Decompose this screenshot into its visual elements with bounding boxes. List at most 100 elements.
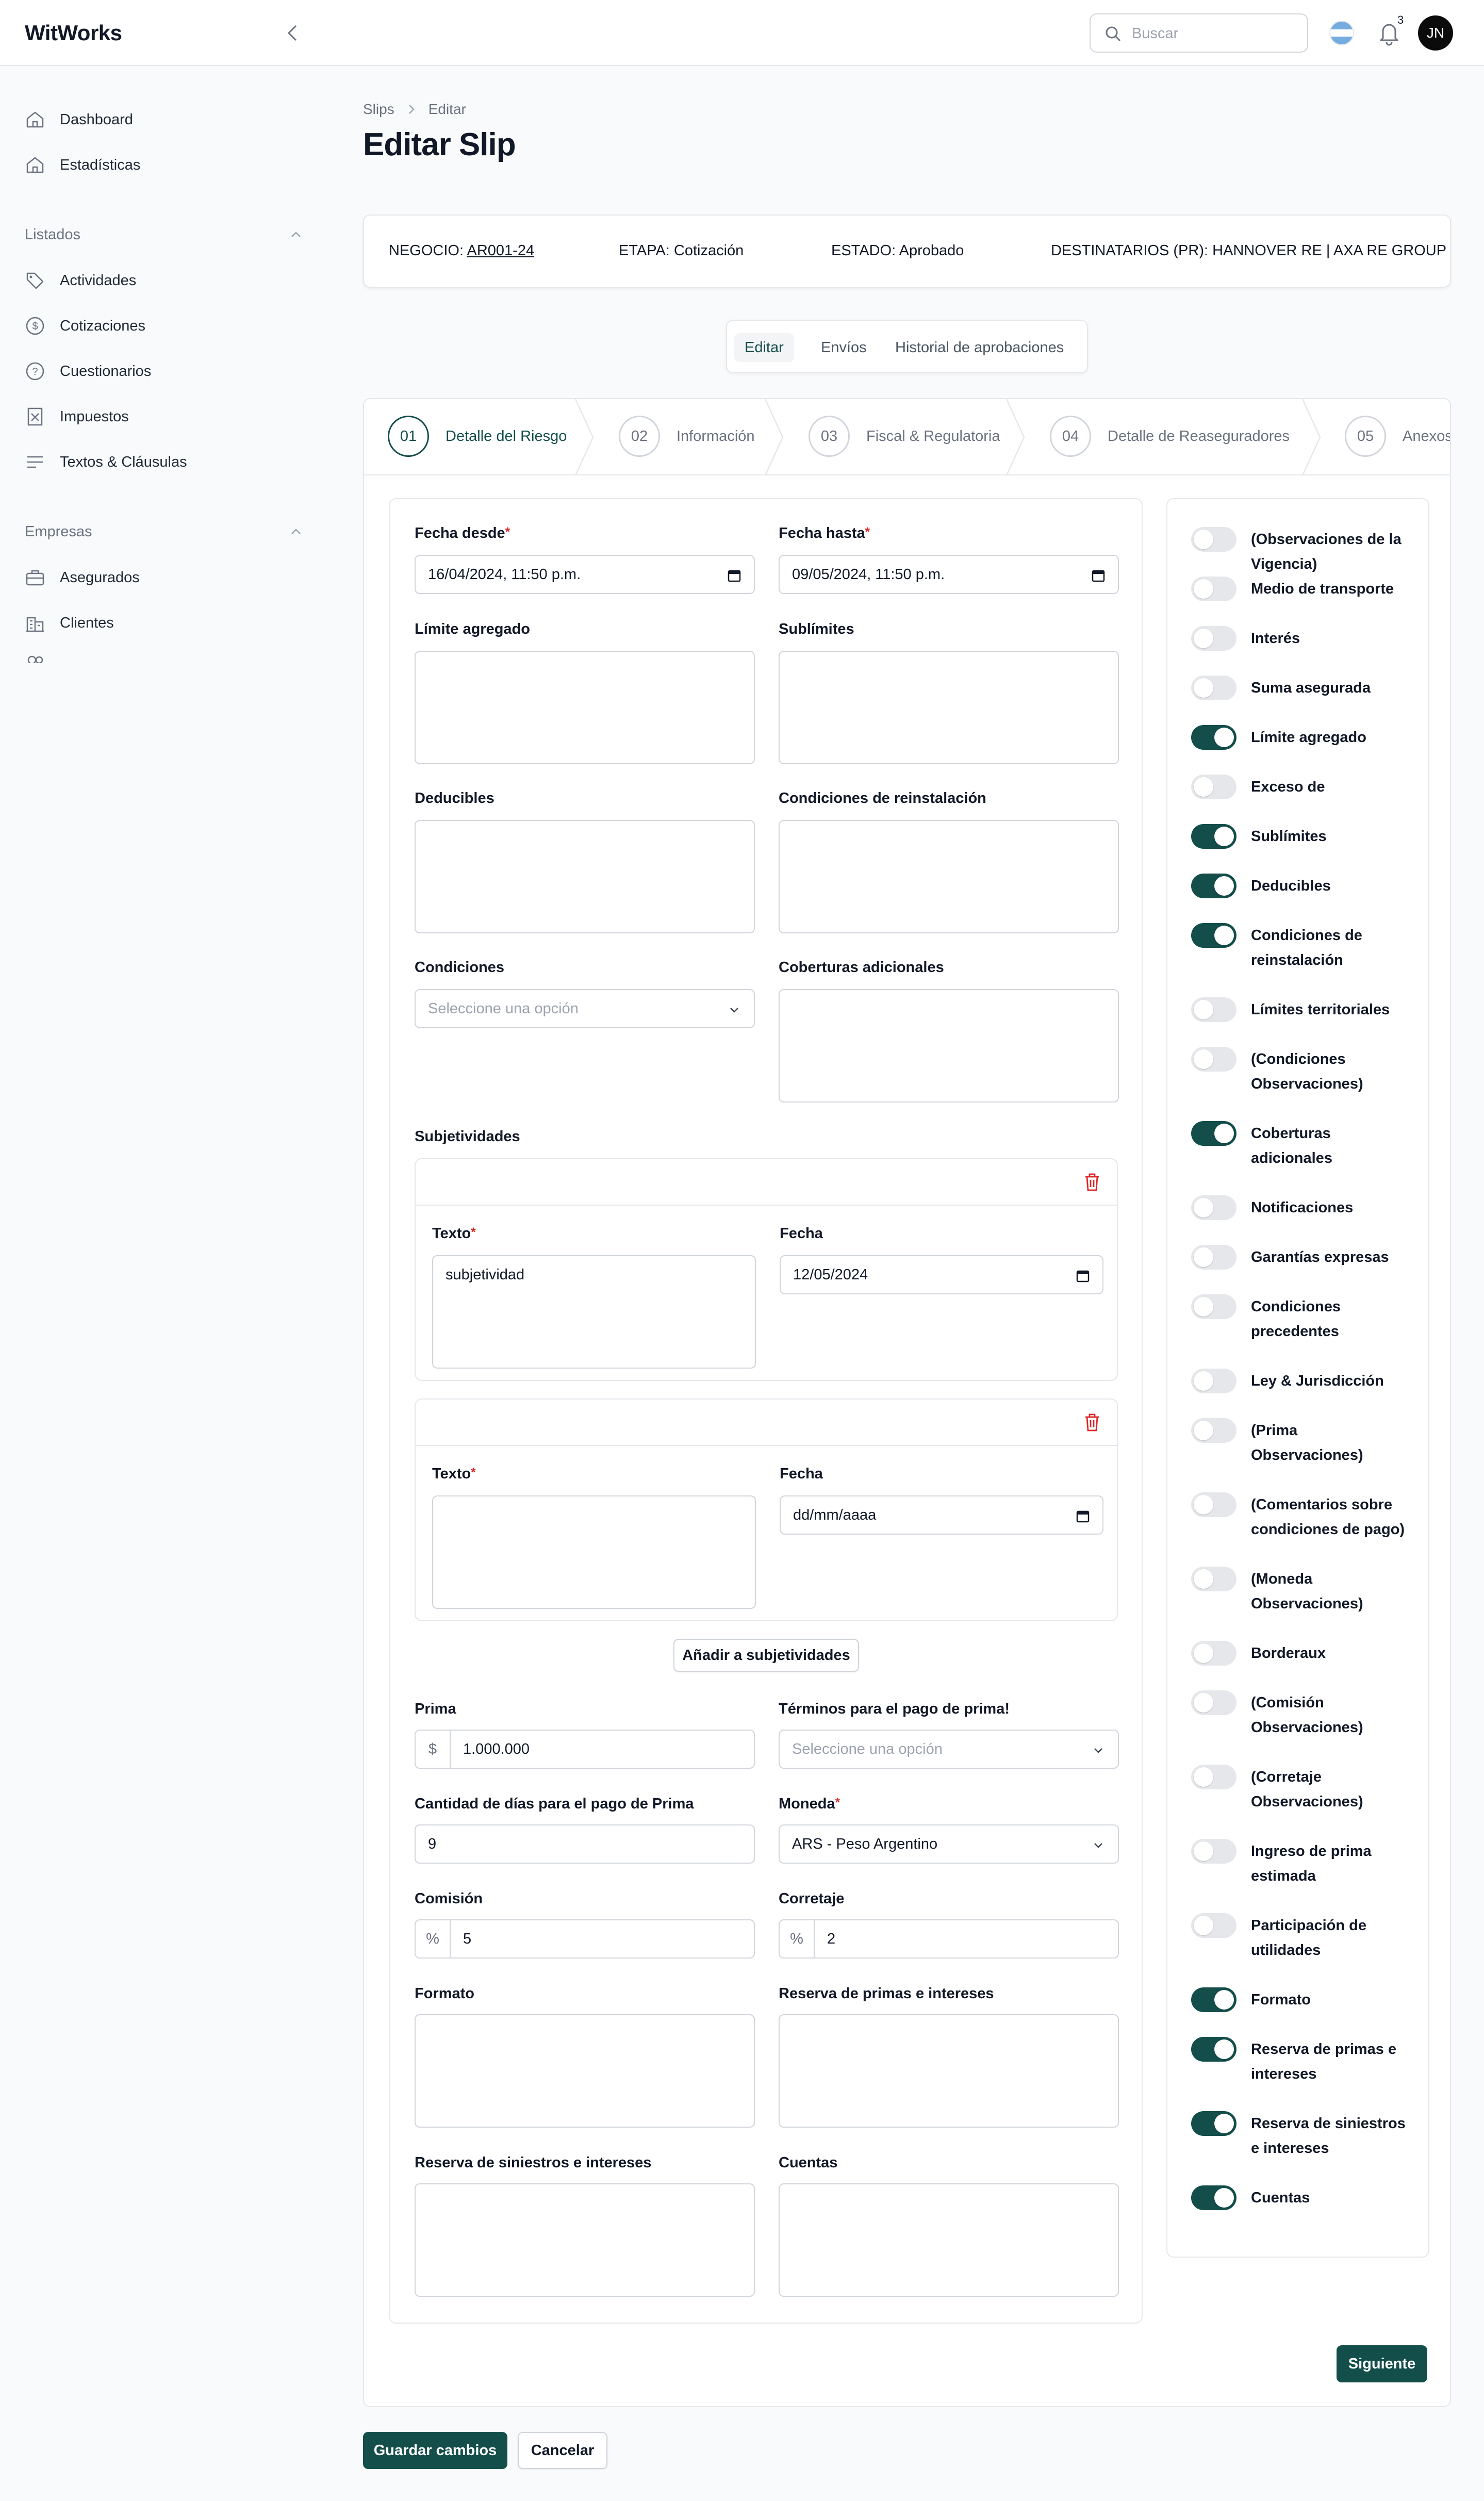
calendar-icon[interactable]: [1076, 1509, 1090, 1523]
terminos-pago-select[interactable]: Seleccione una opción: [779, 1730, 1119, 1769]
toggle-switch[interactable]: [1191, 1641, 1236, 1666]
toggle-switch[interactable]: [1191, 1765, 1236, 1789]
toggle-switch[interactable]: [1191, 997, 1236, 1022]
condiciones-select[interactable]: Seleccione una opción: [415, 989, 755, 1028]
sidebar-item-cotizaciones[interactable]: $ Cotizaciones: [25, 310, 145, 341]
toggle-switch[interactable]: [1191, 626, 1236, 651]
toggle-switch[interactable]: [1191, 1121, 1236, 1146]
label-text: Fecha desde: [415, 525, 505, 541]
reserva-primas-textarea[interactable]: [779, 2014, 1119, 2128]
step-03[interactable]: 03 Fiscal & Regulatoria: [809, 415, 1000, 458]
coberturas-adicionales-textarea[interactable]: [779, 989, 1119, 1103]
comision-input[interactable]: % 5: [415, 1919, 755, 1959]
step-02[interactable]: 02 Información: [619, 415, 755, 458]
reserva-siniestros-textarea[interactable]: [415, 2183, 755, 2297]
toggle-switch[interactable]: [1191, 2111, 1236, 2136]
toggle-switch[interactable]: [1191, 824, 1236, 849]
language-flag-icon[interactable]: [1329, 21, 1354, 45]
toggle-switch[interactable]: [1191, 1690, 1236, 1715]
toggle-switch[interactable]: [1191, 1245, 1236, 1270]
user-avatar[interactable]: JN: [1418, 15, 1453, 51]
building-icon: [26, 617, 44, 632]
sidebar-section-empresas[interactable]: Empresas: [25, 519, 303, 545]
toggle-switch[interactable]: [1191, 2185, 1236, 2210]
calendar-icon[interactable]: [1091, 568, 1106, 583]
sidebar-section-listados[interactable]: Listados: [25, 222, 303, 248]
subjetividad-fecha-input[interactable]: dd/mm/aaaa: [780, 1495, 1103, 1535]
limite-agregado-textarea[interactable]: [415, 651, 755, 764]
trash-icon[interactable]: [1083, 1412, 1101, 1433]
search-input[interactable]: [1132, 22, 1297, 45]
moneda-select[interactable]: ARS - Peso Argentino: [779, 1824, 1119, 1864]
toggle-switch[interactable]: [1191, 725, 1236, 750]
tab-editar[interactable]: Editar: [734, 333, 794, 362]
add-subjetividad-button[interactable]: Añadir a subjetividades: [673, 1639, 859, 1672]
cancel-button[interactable]: Cancelar: [518, 2432, 607, 2469]
toggle-switch[interactable]: [1191, 1567, 1236, 1591]
trash-icon[interactable]: [1083, 1172, 1101, 1192]
toggle-switch[interactable]: [1191, 2037, 1236, 2062]
sidebar-item-actividades[interactable]: Actividades: [25, 265, 136, 296]
toggle-switch[interactable]: [1191, 1839, 1236, 1864]
toggle-row: Exceso de: [1191, 775, 1408, 799]
search-box[interactable]: [1090, 13, 1308, 53]
calendar-icon[interactable]: [1076, 1269, 1090, 1283]
toggle-switch[interactable]: [1191, 527, 1236, 552]
toggle-switch[interactable]: [1191, 1294, 1236, 1319]
calendar-icon[interactable]: [727, 568, 741, 583]
tab-envios[interactable]: Envíos: [811, 333, 877, 362]
toggle-switch[interactable]: [1191, 923, 1236, 948]
fecha-hasta-input[interactable]: 09/05/2024, 11:50 p.m.: [779, 555, 1119, 594]
condiciones-reinstalacion-textarea[interactable]: [779, 820, 1119, 933]
toggle-switch[interactable]: [1191, 1913, 1236, 1938]
toggle-row: Sublímites: [1191, 824, 1408, 849]
home-icon: [26, 111, 44, 128]
dias-pago-input[interactable]: 9: [415, 1824, 755, 1864]
collapse-sidebar-button[interactable]: [283, 22, 303, 44]
brand-logo[interactable]: WitWorks: [25, 21, 122, 45]
breadcrumb-item-slips[interactable]: Slips: [363, 101, 394, 118]
toggle-switch[interactable]: [1191, 1492, 1236, 1517]
step-04[interactable]: 04 Detalle de Reaseguradores: [1050, 415, 1290, 458]
deducibles-textarea[interactable]: [415, 820, 755, 933]
toggle-switch[interactable]: [1191, 1987, 1236, 2012]
subjetividad-texto-textarea[interactable]: subjetividad: [432, 1255, 756, 1369]
toggle-switch[interactable]: [1191, 874, 1236, 898]
sidebar-item-textos-clausulas[interactable]: Textos & Cláusulas: [25, 447, 187, 478]
toggle-switch[interactable]: [1191, 577, 1236, 601]
next-button[interactable]: Siguiente: [1337, 2345, 1427, 2382]
toggle-switch[interactable]: [1191, 775, 1236, 799]
sublimites-label: Sublímites: [779, 621, 854, 637]
sidebar-item-asegurados[interactable]: Asegurados: [25, 562, 140, 593]
sidebar-item-cuestionarios[interactable]: ? Cuestionarios: [25, 356, 151, 387]
toggle-switch[interactable]: [1191, 1369, 1236, 1393]
view-tabs: Editar Envíos Historial de aprobaciones: [726, 320, 1088, 373]
subjetividad-texto-textarea[interactable]: [432, 1495, 756, 1609]
toggle-switch[interactable]: [1191, 1418, 1236, 1443]
reserva-primas-label: Reserva de primas e intereses: [779, 1985, 994, 2002]
subjetividad-texto-label: Texto*: [432, 1225, 476, 1242]
sidebar-item-impuestos[interactable]: Impuestos: [25, 401, 129, 432]
formato-textarea[interactable]: [415, 2014, 755, 2128]
sidebar-item-estadisticas[interactable]: Estadísticas: [25, 150, 140, 180]
subjetividad-fecha-input[interactable]: 12/05/2024: [780, 1255, 1103, 1294]
toggle-switch[interactable]: [1191, 676, 1236, 700]
info-negocio-link[interactable]: AR001-24: [467, 242, 534, 259]
toggle-row: (Corretaje Observaciones): [1191, 1765, 1408, 1814]
sidebar-item-label: Dashboard: [60, 111, 133, 128]
step-01[interactable]: 01 Detalle del Riesgo: [388, 415, 567, 458]
toggle-row: Suma asegurada: [1191, 676, 1408, 700]
toggle-switch[interactable]: [1191, 1195, 1236, 1220]
sidebar-item-clientes[interactable]: Clientes: [25, 607, 114, 638]
tab-historial-aprobaciones[interactable]: Historial de aprobaciones: [885, 333, 1074, 362]
fecha-desde-input[interactable]: 16/04/2024, 11:50 p.m.: [415, 555, 755, 594]
sidebar-item-clipped: [25, 653, 128, 663]
toggle-switch[interactable]: [1191, 1047, 1236, 1072]
step-05[interactable]: 05 Anexos: [1345, 415, 1450, 458]
sidebar-item-dashboard[interactable]: Dashboard: [25, 104, 133, 135]
prima-input[interactable]: $ 1.000.000: [415, 1730, 755, 1769]
sublimites-textarea[interactable]: [779, 651, 1119, 764]
corretaje-input[interactable]: % 2: [779, 1919, 1119, 1959]
cuentas-textarea[interactable]: [779, 2183, 1119, 2297]
save-changes-button[interactable]: Guardar cambios: [363, 2432, 507, 2469]
